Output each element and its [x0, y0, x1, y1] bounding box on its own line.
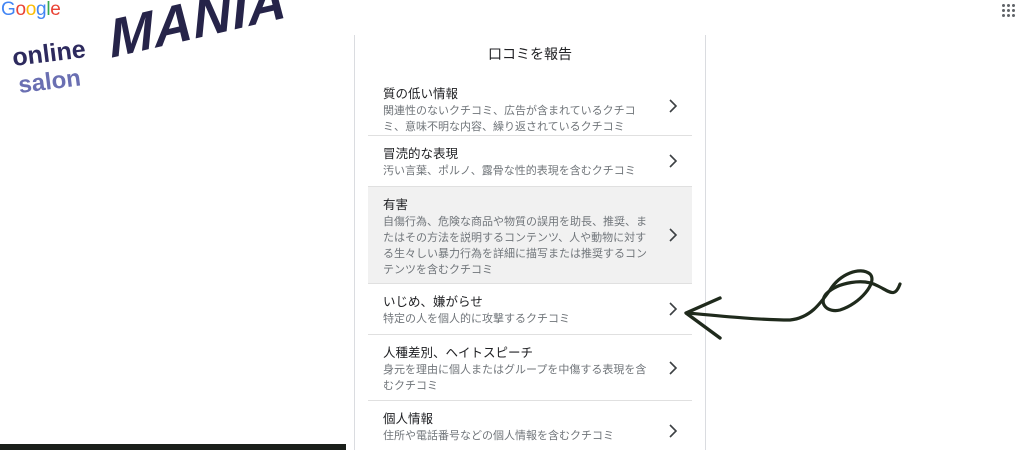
chevron-right-icon: [669, 98, 678, 113]
bottom-dark-bar: [0, 444, 346, 450]
report-option-bullying[interactable]: いじめ、嫌がらせ 特定の人を個人的に攻撃するクチコミ: [368, 284, 692, 335]
option-title: 質の低い情報: [383, 86, 459, 101]
chevron-right-icon: [669, 228, 678, 242]
report-review-dialog: 口コミを報告 質の低い情報 関連性のないクチコミ、広告が含まれているクチコミ、意…: [354, 35, 706, 450]
option-description: 汚い言葉、ポルノ、露骨な性的表現を含むクチコミ: [383, 164, 636, 177]
online-salon-mania-logo: online salon MANIA: [0, 0, 290, 110]
option-description: 特定の人を個人的に攻撃するクチコミ: [383, 312, 570, 325]
option-description: 関連性のないクチコミ、広告が含まれているクチコミ、意味不明な内容、繰り返されてい…: [383, 104, 636, 133]
report-option-personal-info[interactable]: 個人情報 住所や電話番号などの個人情報を含むクチコミ: [368, 401, 692, 450]
chevron-right-icon: [669, 302, 678, 316]
chevron-right-icon: [669, 360, 678, 375]
option-title: 人種差別、ヘイトスピーチ: [383, 345, 534, 360]
brand-mania-text: MANIA: [106, 0, 290, 70]
report-option-harmful[interactable]: 有害 自傷行為、危険な商品や物質の誤用を助長、推奨、またはその方法を説明するコン…: [368, 187, 692, 284]
option-title: 冒涜的な表現: [383, 146, 459, 161]
apps-grid-icon[interactable]: [1002, 4, 1016, 18]
option-description: 身元を理由に個人またはグループを中傷する表現を含むクチコミ: [383, 363, 647, 392]
option-description: 住所や電話番号などの個人情報を含むクチコミ: [383, 429, 614, 442]
report-reason-list: 質の低い情報 関連性のないクチコミ、広告が含まれているクチコミ、意味不明な内容、…: [368, 76, 692, 450]
option-title: 有害: [383, 197, 409, 212]
brand-salon-text: salon: [16, 64, 83, 99]
option-description: 自傷行為、危険な商品や物質の誤用を助長、推奨、またはその方法を説明するコンテンツ…: [383, 215, 647, 276]
chevron-right-icon: [669, 154, 678, 168]
hand-drawn-arrow-icon: [684, 269, 902, 340]
chevron-right-icon: [669, 424, 678, 438]
option-title: いじめ、嫌がらせ: [383, 294, 483, 309]
option-title: 個人情報: [383, 411, 434, 426]
report-option-profanity[interactable]: 冒涜的な表現 汚い言葉、ポルノ、露骨な性的表現を含むクチコミ: [368, 136, 692, 187]
dialog-title: 口コミを報告: [488, 47, 572, 63]
report-option-low-quality[interactable]: 質の低い情報 関連性のないクチコミ、広告が含まれているクチコミ、意味不明な内容、…: [368, 76, 692, 136]
report-option-hate-speech[interactable]: 人種差別、ヘイトスピーチ 身元を理由に個人またはグループを中傷する表現を含むクチ…: [368, 335, 692, 401]
